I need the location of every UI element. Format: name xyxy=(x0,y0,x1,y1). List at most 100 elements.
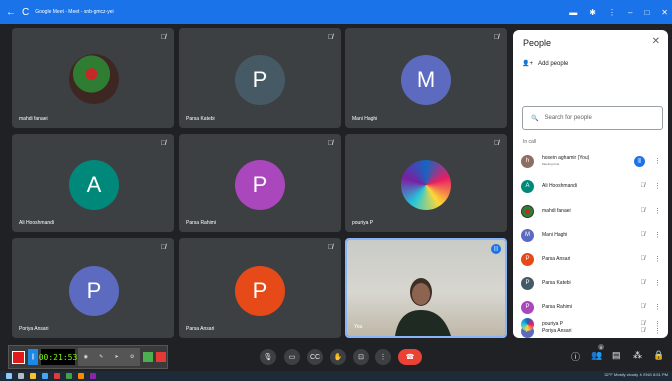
close-window-button[interactable]: ✕ xyxy=(661,8,668,17)
participant-tile[interactable]: 🎙̸ A Ali Hooshmandi xyxy=(12,134,174,232)
avatar: M xyxy=(401,55,451,105)
taskbar-app-icon[interactable] xyxy=(78,373,84,379)
self-video-tile[interactable]: ||| You xyxy=(345,238,507,338)
minimize-button[interactable]: – xyxy=(628,8,632,17)
participant-name: pouriya P xyxy=(542,321,564,327)
speaking-indicator-icon: ||| xyxy=(634,155,645,167)
participant-name: Parsa Rahimi xyxy=(542,304,573,310)
more-vert-icon[interactable]: ⋮ xyxy=(654,207,661,215)
mic-off-icon: 🎙̸ xyxy=(327,34,333,41)
mic-off-icon: 🎙̸ xyxy=(160,34,166,41)
list-item[interactable]: M Mani Haghi 🎙̸ ⋮ xyxy=(521,224,663,246)
webcam-icon[interactable]: ◉ xyxy=(84,354,88,360)
reload-icon[interactable]: C xyxy=(22,7,29,18)
self-video xyxy=(347,240,505,336)
avatar xyxy=(521,204,534,218)
participant-tile[interactable]: 🎙̸ mahdi fanaei xyxy=(12,28,174,128)
search-placeholder: Search for people xyxy=(544,115,592,121)
participant-name: Ali Hooshmandi xyxy=(542,183,578,189)
people-icon[interactable]: 👥 xyxy=(591,350,602,361)
list-item[interactable]: P Parsa Katebi 🎙̸ ⋮ xyxy=(521,272,663,294)
speaking-indicator-icon: ||| xyxy=(491,244,501,254)
maximize-button[interactable]: □ xyxy=(644,8,649,17)
participant-photo xyxy=(401,160,451,210)
list-item[interactable]: P Parsa Ansari 🎙̸ ⋮ xyxy=(521,248,663,270)
more-vert-icon[interactable]: ⋮ xyxy=(654,279,661,287)
more-vert-icon[interactable]: ⋮ xyxy=(654,231,661,239)
list-item[interactable]: mahdi fanaei 🎙̸ ⋮ xyxy=(521,200,663,222)
participant-role: Meeting host xyxy=(542,162,560,166)
participant-name: Parsa Katebi xyxy=(542,280,571,286)
taskbar-app-icon[interactable] xyxy=(90,373,96,379)
more-options-button[interactable]: ⋮ xyxy=(375,349,391,365)
add-people-button[interactable]: 👤+ Add people xyxy=(522,60,568,68)
mic-button[interactable]: 🎙 xyxy=(260,349,276,365)
chat-icon[interactable]: ▤ xyxy=(612,350,621,361)
more-vert-icon[interactable]: ⋮ xyxy=(654,303,661,311)
search-input[interactable]: 🔍 Search for people xyxy=(522,106,663,130)
cursor-icon[interactable]: ➤ xyxy=(115,354,119,360)
taskbar-app-icon[interactable] xyxy=(30,373,36,379)
participant-count-badge: 9 xyxy=(598,344,604,350)
search-icon[interactable] xyxy=(18,373,24,379)
close-icon[interactable]: ✕ xyxy=(652,36,660,47)
avatar: P xyxy=(69,266,119,316)
more-vert-icon[interactable]: ⋮ xyxy=(654,182,661,190)
close-recorder-button[interactable] xyxy=(156,352,166,362)
mic-off-icon: 🎙̸ xyxy=(640,280,646,286)
start-icon[interactable] xyxy=(6,373,12,379)
participant-name: Ali Hooshmandi xyxy=(19,220,55,226)
more-vert-icon[interactable]: ⋮ xyxy=(654,255,661,263)
participant-tile[interactable]: 🎙̸ P Parsa Rahimi xyxy=(179,134,341,232)
settings-icon[interactable]: ⚙ xyxy=(130,354,134,360)
browser-titlebar: ← C Google Meet - Meet - snb-gmcz-yei ▬ … xyxy=(0,0,672,24)
participant-name: mahdi fanaei xyxy=(19,116,48,122)
list-item[interactable]: h hosein aghamir (You) Meeting host ||| ⋮ xyxy=(521,150,663,172)
mic-off-icon: 🎙̸ xyxy=(640,232,646,238)
mic-off-icon: 🎙̸ xyxy=(640,183,646,189)
taskbar-app-icon[interactable] xyxy=(54,373,60,379)
participant-tile[interactable]: 🎙̸ P Parsa Katebi xyxy=(179,28,341,128)
camera-button[interactable]: ▭ xyxy=(284,349,300,365)
participant-tile[interactable]: 🎙̸ pouriya P xyxy=(345,134,507,232)
avatar: A xyxy=(521,179,534,193)
list-item[interactable]: A Ali Hooshmandi 🎙̸ ⋮ xyxy=(521,175,663,197)
participant-name: Parsa Rahimi xyxy=(186,220,217,226)
window-title: Google Meet - Meet - snb-gmcz-yei xyxy=(35,9,114,15)
taskbar-app-icon[interactable] xyxy=(66,373,72,379)
participant-name: Parsa Ansari xyxy=(542,256,571,262)
participant-tile[interactable]: 🎙̸ P Poriya Ansari xyxy=(12,238,174,338)
avatar: P xyxy=(235,55,285,105)
more-vert-icon[interactable]: ⋮ xyxy=(654,157,661,165)
pen-icon[interactable]: ✎ xyxy=(99,354,103,360)
info-icon[interactable]: ⓘ xyxy=(571,350,580,363)
record-button[interactable] xyxy=(12,350,25,364)
pause-button[interactable]: || xyxy=(28,349,38,365)
camera-icon[interactable]: ▬ xyxy=(569,8,577,17)
participant-tile[interactable]: 🎙̸ P Parsa Ansari xyxy=(179,238,341,338)
more-vert-icon[interactable]: ⋮ xyxy=(608,8,616,17)
avatar: P xyxy=(521,276,534,290)
extension-icon[interactable]: ✱ xyxy=(589,8,596,17)
recording-timer: 00:21:53 xyxy=(39,349,77,365)
participant-name: Mani Haghi xyxy=(542,232,568,238)
mic-off-icon: 🎙̸ xyxy=(640,208,646,214)
end-call-button[interactable]: ☎ xyxy=(398,349,422,365)
participant-tile[interactable]: 🎙̸ M Mani Haghi xyxy=(345,28,507,128)
taskbar-app-icon[interactable] xyxy=(42,373,48,379)
present-button[interactable]: ⊡ xyxy=(353,349,369,365)
recorder-tools: ◉ ✎ ➤ ⚙ xyxy=(78,348,140,366)
captions-button[interactable]: CC xyxy=(307,349,323,365)
mic-off-icon: 🎙̸ xyxy=(327,244,333,251)
host-controls-icon[interactable]: 🔒 xyxy=(653,350,664,361)
minimize-recorder-button[interactable] xyxy=(143,352,153,362)
avatar: M xyxy=(521,228,534,242)
participant-name: You xyxy=(354,324,363,330)
avatar: h xyxy=(521,154,534,168)
more-vert-icon[interactable]: ⋮ xyxy=(654,320,661,328)
screen-recorder-toolbar: || 00:21:53 ◉ ✎ ➤ ⚙ xyxy=(8,345,168,369)
back-icon[interactable]: ← xyxy=(6,7,16,18)
raise-hand-button[interactable]: ✋ xyxy=(330,349,346,365)
list-item[interactable]: pouriya P 🎙̸ ⋮ xyxy=(521,313,663,335)
activities-icon[interactable]: ⁂ xyxy=(633,350,642,361)
